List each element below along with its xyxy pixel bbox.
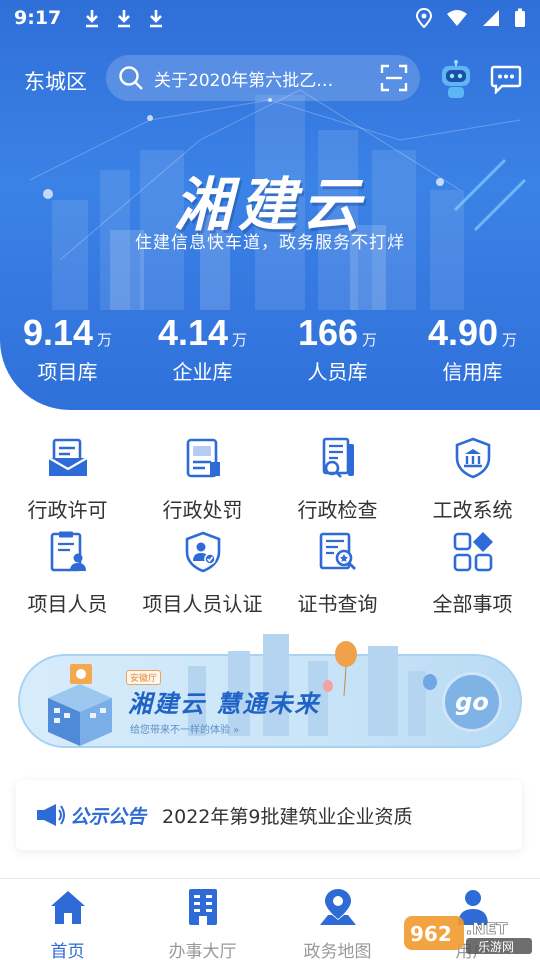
download-icon xyxy=(86,10,99,28)
notice-tag: 公示公告 xyxy=(70,805,147,828)
wifi-icon xyxy=(447,10,467,26)
svg-text:962: 962 xyxy=(410,922,452,946)
stat-unit: 万 xyxy=(362,331,378,349)
stats-row: 9.14 万 项目库 4.14 万 企业库 166 万 人员库 4.90 万 信用库 xyxy=(0,312,540,392)
project-staff-icon xyxy=(50,531,86,572)
robot-icon[interactable] xyxy=(438,60,474,100)
search-input[interactable]: 关于2020年第六批乙级… xyxy=(154,66,350,91)
nav-label: 首页 xyxy=(50,942,85,960)
scan-icon xyxy=(380,64,408,92)
grid-item-all-items[interactable]: 全部事项 xyxy=(405,526,540,616)
penalty-icon xyxy=(186,438,220,478)
nav-service-hall[interactable]: 办事大厅 xyxy=(135,885,270,960)
status-bar: 9:17 xyxy=(0,0,540,36)
megaphone-icon xyxy=(37,804,65,826)
stat-personnel-library[interactable]: 166 万 人员库 xyxy=(270,312,405,385)
stat-value: 4.14 xyxy=(157,312,229,353)
download-icon xyxy=(150,10,163,28)
nav-label: 办事大厅 xyxy=(168,942,237,960)
banner-go-button[interactable]: go xyxy=(442,672,502,732)
stat-label: 项目库 xyxy=(37,360,98,384)
staff-certify-icon xyxy=(185,531,220,573)
stat-label: 人员库 xyxy=(307,360,368,384)
top-bar: 东城区 关于2020年第六批乙级… xyxy=(0,52,540,104)
system-shield-icon xyxy=(455,437,490,479)
promo-banner[interactable]: 安徽厅 湘建云 慧通未来 给您带来不一样的体验 » go xyxy=(18,626,522,754)
status-time: 9:17 xyxy=(14,7,62,29)
grid-item-penalty[interactable]: 行政处罚 xyxy=(135,432,270,522)
search-icon xyxy=(119,66,143,90)
search-bar[interactable]: 关于2020年第六批乙级… xyxy=(106,55,420,101)
grid-item-label: 证书查询 xyxy=(297,592,378,616)
grid-item-label: 行政许可 xyxy=(27,498,108,522)
banner-subtitle: 给您带来不一样的体验 » xyxy=(130,725,240,736)
certificate-search-icon xyxy=(319,532,356,570)
scan-button[interactable] xyxy=(380,64,408,92)
office-building-icon xyxy=(188,889,217,925)
signal-icon xyxy=(483,10,499,26)
banner-tag: 安徽厅 xyxy=(126,670,162,685)
notice-text[interactable]: 2022年第9批建筑业企业资质 xyxy=(162,802,412,829)
download-icon xyxy=(118,10,131,28)
stat-unit: 万 xyxy=(232,331,248,349)
nav-gov-map[interactable]: 政务地图 xyxy=(270,885,405,960)
banner-building-illustration xyxy=(48,664,112,746)
grid-item-label: 项目人员 xyxy=(27,592,108,616)
stat-label: 企业库 xyxy=(172,360,233,384)
brand-slogan: 住建信息快车道，政务服务不打烊 xyxy=(135,233,405,253)
stat-unit: 万 xyxy=(97,331,113,349)
inspection-icon xyxy=(322,437,354,478)
grid-item-project-staff[interactable]: 项目人员 xyxy=(0,526,135,616)
grid-item-label: 全部事项 xyxy=(432,592,513,616)
site-watermark-logo: 962 .NET 乐游网 xyxy=(404,916,532,954)
grid-item-certificate-search[interactable]: 证书查询 xyxy=(270,526,405,616)
grid-item-label: 行政检查 xyxy=(297,498,378,522)
grid-item-inspection[interactable]: 行政检查 xyxy=(270,432,405,522)
stat-unit: 万 xyxy=(502,331,518,349)
stat-enterprise-library[interactable]: 4.14 万 企业库 xyxy=(135,312,270,385)
stat-value: 166 xyxy=(297,312,359,353)
license-icon xyxy=(47,438,88,476)
map-pin-icon xyxy=(319,889,356,925)
grid-item-label: 项目人员认证 xyxy=(142,592,263,616)
stat-credit-library[interactable]: 4.90 万 信用库 xyxy=(405,312,540,385)
city-selector[interactable]: 东城区 xyxy=(24,66,87,96)
stat-value: 4.90 xyxy=(427,312,499,353)
battery-icon xyxy=(515,8,525,27)
hero-header: 9:17 东城区 关于2020年第六批乙级… 湘建云 住建信息快车道，政务服务不… xyxy=(0,0,540,410)
home-icon xyxy=(50,891,85,924)
nav-label: 政务地图 xyxy=(303,942,372,960)
service-grid: 行政许可 行政处罚 行政检查 工改系统 项目人员 项目人员认证 证书查询 全部事… xyxy=(0,432,540,622)
grid-item-label: 行政处罚 xyxy=(162,498,243,522)
stat-label: 信用库 xyxy=(442,360,503,384)
svg-text:乐游网: 乐游网 xyxy=(478,940,514,954)
nav-home[interactable]: 首页 xyxy=(0,885,135,960)
stat-value: 9.14 xyxy=(22,312,94,353)
message-icon[interactable] xyxy=(490,64,522,94)
grid-item-license[interactable]: 行政许可 xyxy=(0,432,135,522)
svg-text:.NET: .NET xyxy=(466,919,507,938)
grid-item-system[interactable]: 工改系统 xyxy=(405,432,540,522)
stat-project-library[interactable]: 9.14 万 项目库 xyxy=(0,312,135,385)
grid-item-label: 工改系统 xyxy=(432,498,513,522)
banner-skyline-illustration xyxy=(188,634,437,736)
grid-item-staff-certify[interactable]: 项目人员认证 xyxy=(135,526,270,616)
location-icon xyxy=(416,8,432,28)
all-items-icon xyxy=(453,532,493,572)
banner-title: 湘建云 慧通未来 xyxy=(128,690,321,718)
notice-bar[interactable]: 公示公告 2022年第9批建筑业企业资质 xyxy=(16,780,522,850)
